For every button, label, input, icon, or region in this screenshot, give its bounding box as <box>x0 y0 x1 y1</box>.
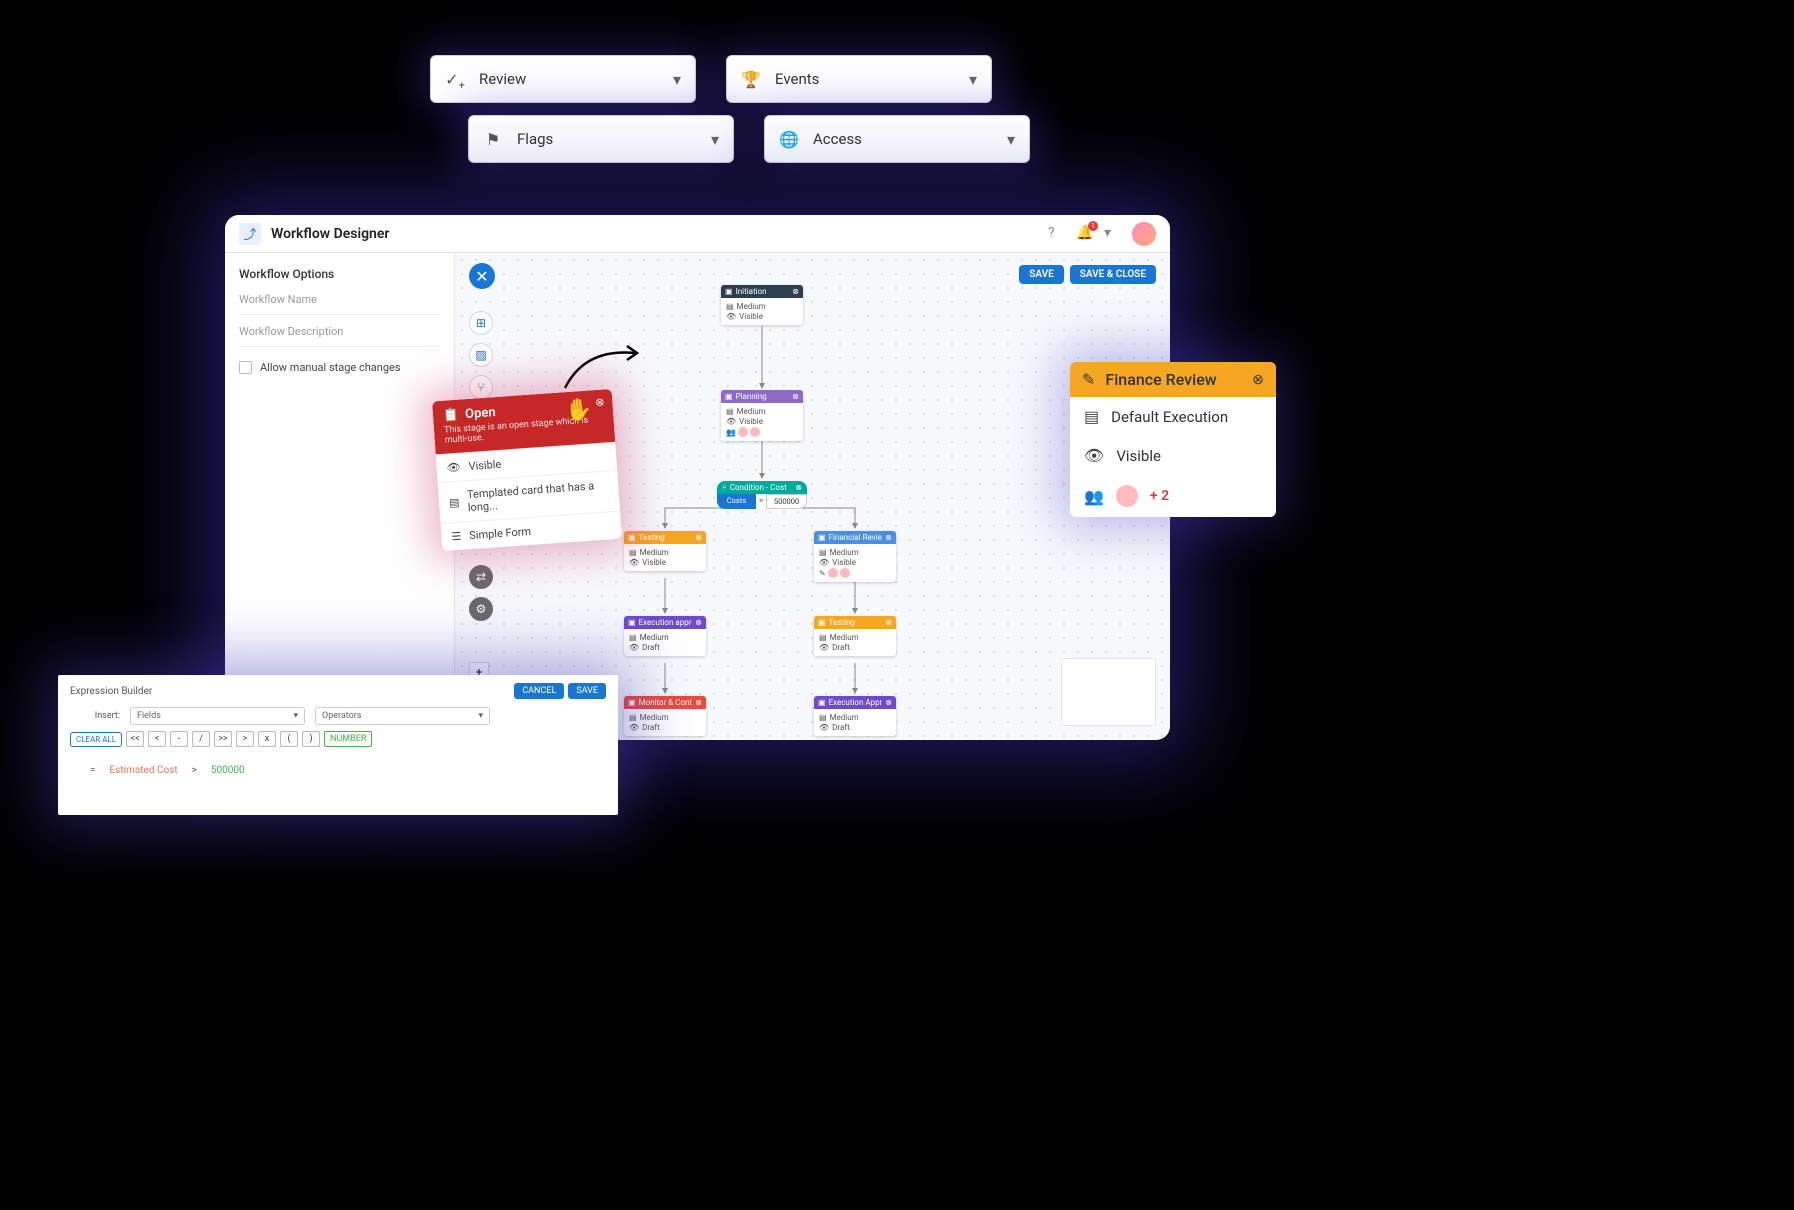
open-stage-card[interactable]: 📋Open This stage is an open stage which … <box>432 389 622 551</box>
checkbox-label: Allow manual stage changes <box>260 361 401 374</box>
chevron-down-icon: ▾ <box>969 70 977 89</box>
dd-label: Flags <box>517 130 697 148</box>
branch-tool[interactable]: ⑂ <box>469 375 493 399</box>
avatar <box>1116 485 1138 507</box>
op-btn[interactable]: / <box>192 731 210 747</box>
close-fab[interactable]: ✕ <box>469 263 495 289</box>
workflow-desc-field[interactable]: Workflow Description <box>239 325 440 347</box>
notif-badge: 1 <box>1088 221 1098 231</box>
close-icon[interactable]: ⊗ <box>595 395 605 409</box>
workflow-designer-app: ⤴ Workflow Designer ? 🔔1 ▾ Workflow Opti… <box>225 215 1170 740</box>
app-header: ⤴ Workflow Designer ? 🔔1 ▾ <box>225 215 1170 253</box>
dd-label: Review <box>479 70 659 88</box>
section-title: Workflow Options <box>239 267 440 281</box>
sidebar: Workflow Options Workflow Name Workflow … <box>225 253 455 740</box>
close-icon[interactable]: ⊗ <box>792 287 799 296</box>
doc-icon: ▤ <box>1084 407 1099 426</box>
eye-icon: 👁 <box>446 461 461 475</box>
check-plus-icon: ✓₊ <box>445 69 465 89</box>
fields-select[interactable]: Fields▾ <box>130 707 305 725</box>
node-exec-approval2[interactable]: ▣Execution Approval⊗ ▤Medium👁Draft <box>814 696 896 736</box>
flags-dropdown[interactable]: ⚑ Flags ▾ <box>468 115 734 163</box>
op-btn[interactable]: ) <box>302 731 320 747</box>
operators-select[interactable]: Operators▾ <box>315 707 490 725</box>
cursor-hand-icon: ✋ <box>564 397 593 424</box>
close-icon[interactable]: ⊗ <box>1252 372 1264 388</box>
help-icon[interactable]: ? <box>1048 225 1066 243</box>
minimap[interactable] <box>1061 658 1156 726</box>
settings-tool[interactable]: ⚙ <box>469 597 493 621</box>
trophy-icon: 🏆 <box>741 69 761 89</box>
connect-tool[interactable]: ⇄ <box>469 565 493 589</box>
node-testing2[interactable]: ▣Testing⊗ ▤Medium👁Draft <box>814 616 896 656</box>
globe-icon: 🌐 <box>779 129 799 149</box>
flag-icon: ⚑ <box>483 129 503 149</box>
calendar-icon: 📋 <box>443 408 460 424</box>
app-title: Workflow Designer <box>271 226 1048 242</box>
node-initiation[interactable]: ▣Initiation⊗ ▤Medium👁Visible <box>721 285 803 325</box>
node-monitor[interactable]: ▣Monitor & Control⊗ ▤Medium👁Draft <box>624 696 706 736</box>
image-tool[interactable]: ▨ <box>469 343 493 367</box>
eye-icon: 👁 <box>1084 446 1104 465</box>
chevron-down-icon: ▾ <box>673 70 681 89</box>
bell-icon[interactable]: 🔔1 <box>1076 225 1094 243</box>
dd-label: Access <box>813 130 993 148</box>
save-button[interactable]: SAVE <box>568 683 606 699</box>
clear-all-button[interactable]: CLEAR ALL <box>70 732 122 747</box>
op-btn[interactable]: >> <box>214 731 232 747</box>
node-planning[interactable]: ▣Planning⊗ ▤Medium👁Visible👥 <box>721 390 803 441</box>
avatar[interactable] <box>1132 222 1156 246</box>
add-stage-tool[interactable]: ⊞ <box>469 311 493 335</box>
save-button[interactable]: SAVE <box>1019 265 1064 284</box>
formula-display: = Estimated Cost > 500000 <box>70 765 606 776</box>
events-dropdown[interactable]: 🏆 Events ▾ <box>726 55 992 103</box>
panel-title: Expression Builder <box>70 686 510 697</box>
manual-stage-checkbox[interactable] <box>239 361 252 374</box>
chevron-down-icon: ▾ <box>711 130 719 149</box>
save-close-button[interactable]: SAVE & CLOSE <box>1070 265 1156 284</box>
node-condition[interactable]: ⑂Condition - Cost⊗ Costs>500000 <box>717 481 807 509</box>
op-btn[interactable]: x <box>258 731 276 747</box>
edit-icon: ✎ <box>1082 370 1095 389</box>
form-icon: ☰ <box>451 530 462 544</box>
node-testing1[interactable]: ▣Testing⊗ ▤Medium👁Visible <box>624 531 706 571</box>
finance-review-popup[interactable]: ✎ Finance Review ⊗ ▤Default Execution 👁V… <box>1070 362 1276 517</box>
workflow-name-field[interactable]: Workflow Name <box>239 293 440 315</box>
node-financial-review[interactable]: ▣Financial Review⊗ ▤Medium👁Visible✎ <box>814 531 896 582</box>
access-dropdown[interactable]: 🌐 Access ▾ <box>764 115 1030 163</box>
chevron-down-icon[interactable]: ▾ <box>1104 225 1122 243</box>
node-exec-approval1[interactable]: ▣Execution approval⊗ ▤Medium👁Draft <box>624 616 706 656</box>
cancel-button[interactable]: CANCEL <box>514 683 564 699</box>
expression-builder-panel: Expression Builder CANCEL SAVE Insert: F… <box>58 675 618 815</box>
people-icon: 👥 <box>1084 487 1104 506</box>
share-icon[interactable]: ⤴ <box>239 223 261 245</box>
dd-label: Events <box>775 70 955 88</box>
number-btn[interactable]: NUMBER <box>324 731 372 747</box>
op-btn[interactable]: ( <box>280 731 298 747</box>
review-dropdown[interactable]: ✓₊ Review ▾ <box>430 55 696 103</box>
op-btn[interactable]: > <box>236 731 254 747</box>
doc-icon: ▤ <box>449 495 460 509</box>
chevron-down-icon: ▾ <box>1007 130 1015 149</box>
stage-icon: ▣ <box>725 287 733 296</box>
insert-label: Insert: <box>70 711 120 721</box>
op-btn[interactable]: << <box>126 731 144 747</box>
op-btn[interactable]: < <box>148 731 166 747</box>
op-btn[interactable]: - <box>170 731 188 747</box>
